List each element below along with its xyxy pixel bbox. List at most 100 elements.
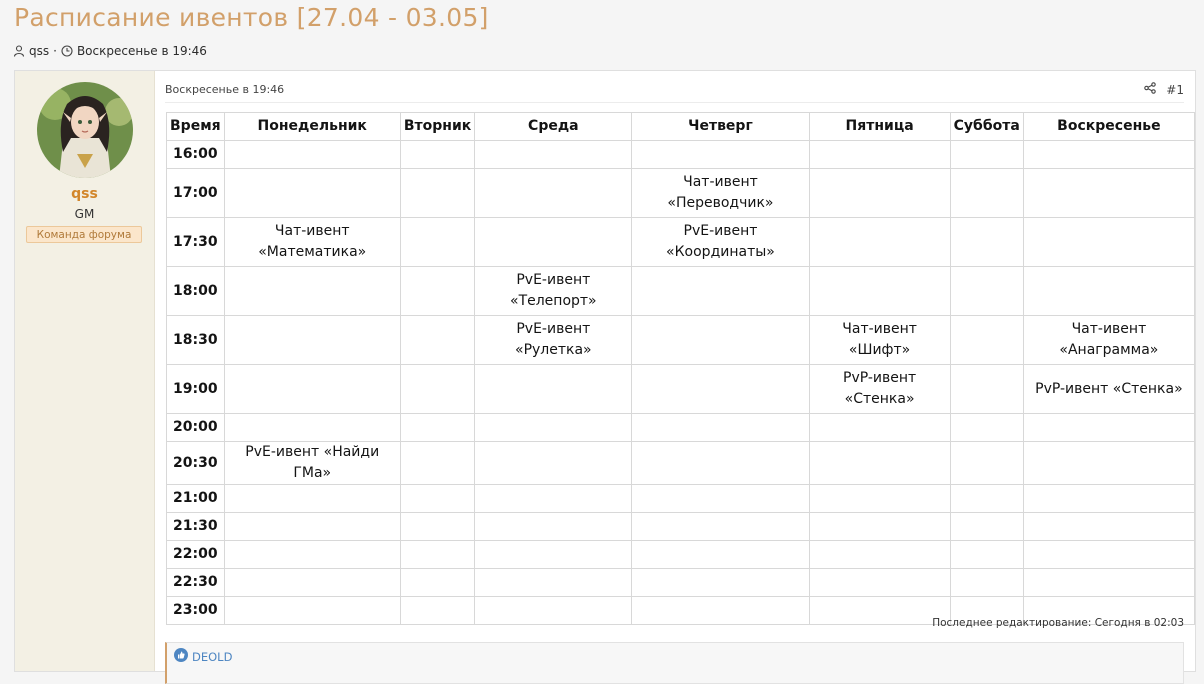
event-cell (808, 413, 951, 442)
event-cell (1022, 568, 1196, 597)
event-cell: PvE-ивент «Найди ГМа» (223, 441, 401, 485)
event-cell (808, 540, 951, 569)
event-cell: Чат-ивент «Математика» (223, 217, 401, 267)
header-tuesday: Вторник (399, 112, 476, 141)
header-friday: Пятница (808, 112, 951, 141)
event-cell (1022, 484, 1196, 513)
user-icon (13, 45, 25, 57)
event-cell (223, 168, 401, 218)
event-cell (223, 140, 401, 169)
event-cell (399, 315, 476, 365)
schedule-row: 22:00 (166, 540, 1196, 569)
event-cell (631, 512, 810, 541)
header-time: Время (166, 112, 225, 141)
event-cell (808, 266, 951, 316)
event-cell (1022, 441, 1196, 485)
time-cell: 18:30 (166, 315, 225, 365)
schedule-row: 21:00 (166, 484, 1196, 513)
event-cell (808, 596, 951, 625)
event-cell (399, 168, 476, 218)
header-thursday: Четверг (631, 112, 810, 141)
event-cell (399, 413, 476, 442)
post-container: qss GM Команда форума Воскресенье в 19:4… (14, 70, 1196, 684)
time-cell: 17:30 (166, 217, 225, 267)
thread-title: Расписание ивентов [27.04 - 03.05] (14, 3, 489, 32)
time-cell: 17:00 (166, 168, 225, 218)
event-cell (399, 266, 476, 316)
schedule-row: 18:30 PvE-ивент «Рулетка» Чат-ивент «Шифт»… (166, 315, 1196, 365)
event-cell (399, 568, 476, 597)
event-cell (474, 413, 633, 442)
user-banner: Команда форума (26, 226, 142, 243)
clock-icon (61, 45, 73, 57)
post-date[interactable]: Воскресенье в 19:46 (165, 83, 284, 96)
header-wednesday: Среда (474, 112, 633, 141)
event-cell (223, 540, 401, 569)
event-cell (808, 140, 951, 169)
schedule-row: 17:30 Чат-ивент «Математика» PvE-ивент «Ко… (166, 217, 1196, 267)
event-cell (631, 441, 810, 485)
schedule-row: 21:30 (166, 512, 1196, 541)
time-cell: 21:30 (166, 512, 225, 541)
last-edit-note: Последнее редактирование: Сегодня в 02:0… (932, 617, 1184, 629)
time-cell: 20:00 (166, 413, 225, 442)
event-cell (1022, 140, 1196, 169)
header-monday: Понедельник (223, 112, 401, 141)
share-icon[interactable] (1144, 82, 1157, 97)
event-cell (808, 217, 951, 267)
time-cell: 18:00 (166, 266, 225, 316)
event-cell (949, 364, 1024, 414)
event-cell (631, 364, 810, 414)
event-cell (223, 484, 401, 513)
event-cell (399, 484, 476, 513)
schedule-body: 16:00 17:00 Чат-ивент «Переводчик» 17:30 Чат… (166, 140, 1196, 625)
event-cell (1022, 540, 1196, 569)
reactions-bar: DEOLD (165, 642, 1184, 684)
event-cell (949, 512, 1024, 541)
event-cell (1022, 413, 1196, 442)
thread-date-link[interactable]: Воскресенье в 19:46 (77, 44, 207, 58)
event-cell (808, 568, 951, 597)
event-cell (949, 413, 1024, 442)
schedule-row: 17:00 Чат-ивент «Переводчик» (166, 168, 1196, 218)
event-cell (474, 441, 633, 485)
header-sunday: Воскресенье (1022, 112, 1196, 141)
event-cell (631, 484, 810, 513)
event-cell (808, 441, 951, 485)
event-cell (808, 484, 951, 513)
event-cell: PvE-ивент «Рулетка» (474, 315, 633, 365)
time-cell: 20:30 (166, 441, 225, 485)
schedule-table: Время Понедельник Вторник Среда Четверг … (166, 112, 1196, 625)
event-cell (949, 266, 1024, 316)
post-divider (165, 102, 1184, 103)
post-number-link[interactable]: #1 (1166, 83, 1184, 97)
event-cell (223, 315, 401, 365)
event-cell (1022, 512, 1196, 541)
event-cell (631, 540, 810, 569)
event-cell (474, 484, 633, 513)
reaction-user-link[interactable]: DEOLD (192, 650, 232, 664)
time-cell: 22:00 (166, 540, 225, 569)
event-cell (223, 512, 401, 541)
username[interactable]: qss (15, 186, 154, 202)
avatar[interactable] (37, 82, 133, 178)
user-title: GM (74, 207, 95, 221)
event-cell (631, 596, 810, 625)
event-cell: PvP-ивент «Стенка» (808, 364, 951, 414)
event-cell (474, 140, 633, 169)
like-icon (174, 648, 188, 665)
thread-author-link[interactable]: qss (29, 44, 49, 58)
event-cell (399, 512, 476, 541)
event-cell (631, 413, 810, 442)
event-cell (949, 568, 1024, 597)
thread-meta: qss · Воскресенье в 19:46 (13, 44, 207, 58)
time-cell: 19:00 (166, 364, 225, 414)
event-cell (223, 413, 401, 442)
event-cell (474, 568, 633, 597)
event-cell (474, 540, 633, 569)
event-cell (1022, 168, 1196, 218)
time-cell: 21:00 (166, 484, 225, 513)
event-cell (631, 140, 810, 169)
header-saturday: Суббота (949, 112, 1024, 141)
event-cell (399, 540, 476, 569)
